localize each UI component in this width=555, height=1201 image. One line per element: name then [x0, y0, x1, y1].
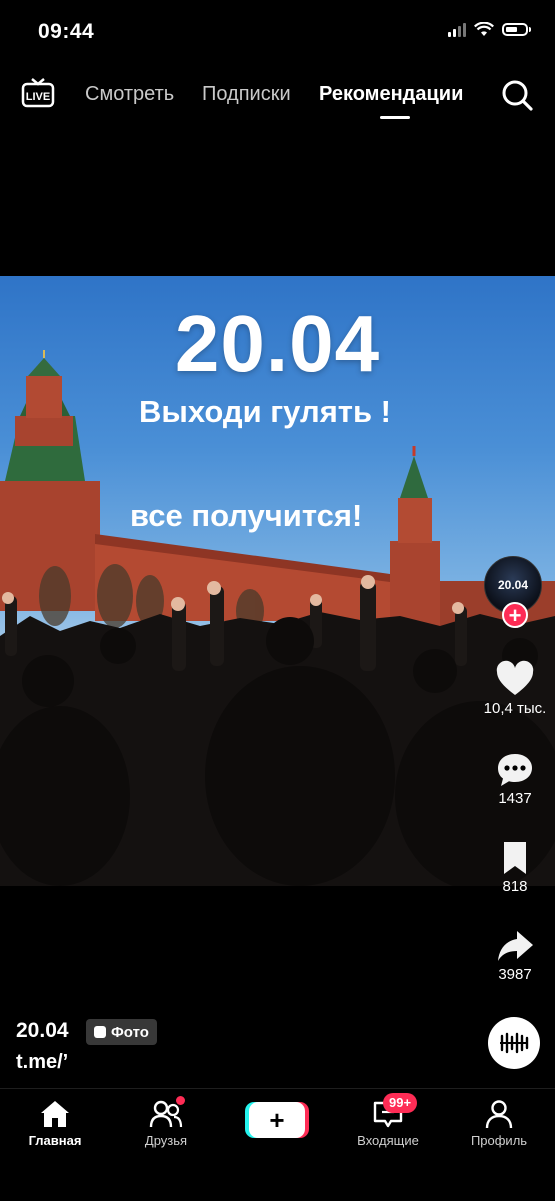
nav-profile[interactable]: Профиль	[449, 1099, 549, 1148]
signal-icon	[448, 22, 466, 37]
live-icon[interactable]: LIVE	[21, 78, 55, 108]
tab-recommendations[interactable]: Рекомендации	[319, 83, 463, 106]
author-name[interactable]: 20.04	[16, 1019, 69, 1043]
create-button[interactable]: +	[249, 1102, 305, 1138]
inbox-count-badge: 99+	[383, 1093, 418, 1113]
profile-icon	[485, 1100, 513, 1129]
comment-count: 1437	[498, 790, 532, 807]
friends-notification-dot	[176, 1096, 185, 1105]
home-icon	[41, 1101, 69, 1127]
heart-icon	[496, 660, 534, 695]
nav-inbox-label: Входящие	[357, 1133, 419, 1148]
like-button[interactable]: 10,4 тыс.	[470, 660, 555, 717]
caption-text[interactable]: t.me/’	[16, 1051, 68, 1074]
active-tab-indicator	[380, 116, 410, 119]
wifi-icon	[474, 22, 494, 36]
nav-friends-label: Друзья	[144, 1133, 188, 1148]
nav-home-label: Главная	[28, 1133, 82, 1148]
bookmark-icon	[504, 842, 526, 874]
follow-button[interactable]: +	[502, 602, 528, 628]
status-time: 09:44	[38, 20, 95, 43]
live-label: LIVE	[26, 91, 50, 103]
video-title-text: 20.04	[174, 299, 381, 388]
share-count: 3987	[498, 966, 532, 983]
status-icons	[448, 22, 531, 37]
search-icon[interactable]	[500, 78, 534, 112]
share-icon	[498, 931, 533, 961]
video-overlay-line1: Выходи гулять !	[139, 394, 391, 429]
nav-friends[interactable]: Друзья	[116, 1096, 216, 1148]
photo-badge: Фото	[86, 1019, 157, 1045]
nav-profile-label: Профиль	[470, 1133, 528, 1148]
tab-subscriptions[interactable]: Подписки	[202, 83, 291, 106]
share-button[interactable]: 3987	[470, 926, 555, 983]
avatar-text: 20.04	[497, 578, 529, 592]
like-count: 10,4 тыс.	[483, 700, 547, 717]
bottom-nav: Главная Друзья + Входящие 99+ Профиль	[0, 1088, 555, 1201]
video-overlay-line2: все получится!	[130, 498, 363, 533]
battery-icon	[502, 23, 528, 36]
nav-home[interactable]: Главная	[5, 1099, 105, 1148]
comment-icon	[498, 754, 532, 786]
save-button[interactable]: 818	[470, 838, 555, 895]
photo-badge-label: Фото	[111, 1023, 149, 1041]
comment-button[interactable]: 1437	[470, 750, 555, 807]
tab-watch[interactable]: Смотреть	[85, 83, 174, 106]
photo-icon	[94, 1026, 106, 1038]
music-disc-icon[interactable]	[488, 1017, 540, 1069]
save-count: 818	[502, 878, 528, 895]
